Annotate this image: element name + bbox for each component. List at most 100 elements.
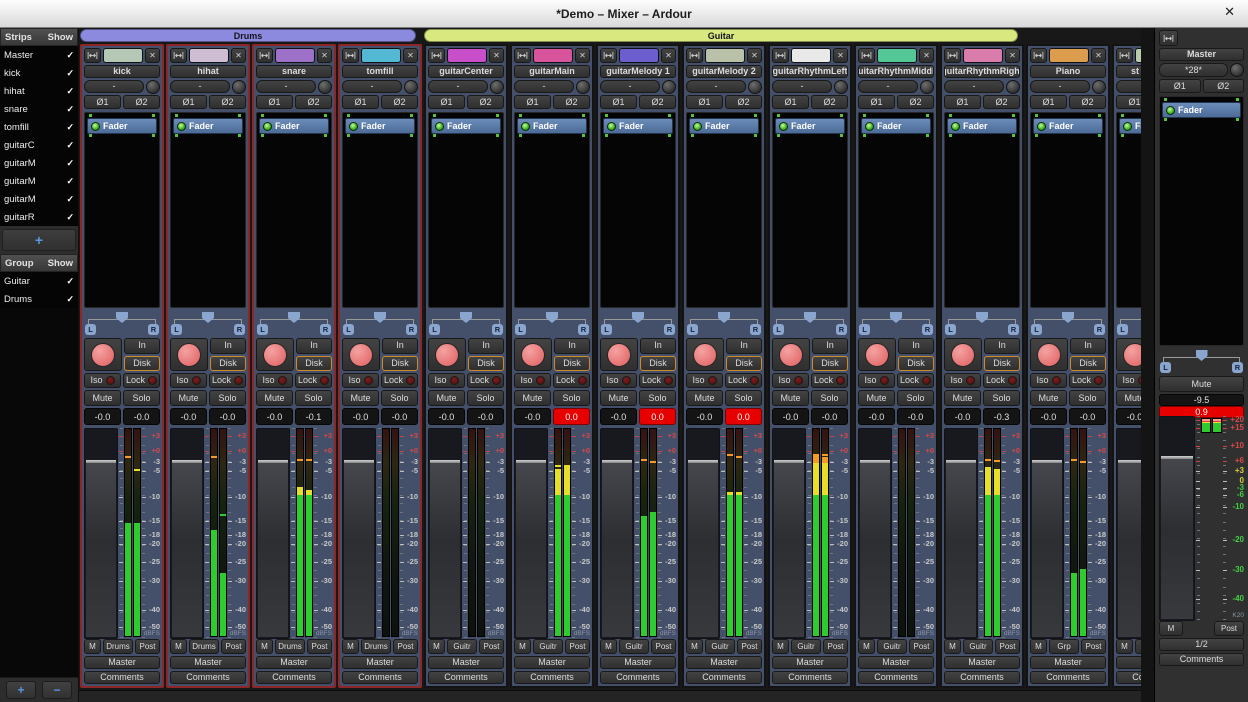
- group-route-button[interactable]: Grp: [1135, 639, 1141, 654]
- track-color-swatch[interactable]: [533, 48, 573, 63]
- fader-active-led[interactable]: [91, 122, 100, 131]
- solo-lock-button[interactable]: Lock: [467, 373, 504, 388]
- fader-handle[interactable]: [258, 460, 288, 463]
- trim-knob[interactable]: [1092, 80, 1106, 94]
- record-enable-button[interactable]: [858, 338, 896, 371]
- post-fader-button[interactable]: Post: [651, 639, 676, 654]
- pan-left-badge[interactable]: L: [171, 324, 182, 335]
- track-color-swatch[interactable]: [705, 48, 745, 63]
- group-show-checkbox[interactable]: ✓: [66, 276, 74, 287]
- pan-control[interactable]: L R: [1159, 348, 1244, 374]
- phase-invert-2-button[interactable]: Ø2: [295, 95, 332, 109]
- fader-handle[interactable]: [1118, 460, 1141, 463]
- trim-knob[interactable]: [662, 80, 676, 94]
- strip-width-toggle-button[interactable]: [84, 48, 101, 63]
- track-name-button[interactable]: guitarRhythmLeft: [772, 65, 848, 78]
- output-master-button[interactable]: Master: [514, 656, 590, 669]
- pan-right-badge[interactable]: R: [836, 324, 847, 335]
- gain-display-right[interactable]: 0.0: [639, 408, 676, 425]
- gain-display-left[interactable]: -0.0: [858, 408, 895, 425]
- mute-button[interactable]: Mute: [428, 390, 465, 406]
- solo-button[interactable]: Solo: [639, 390, 676, 406]
- post-fader-button[interactable]: Post: [995, 639, 1020, 654]
- trim-knob[interactable]: [232, 80, 246, 94]
- trim-knob[interactable]: [318, 80, 332, 94]
- post-fader-button[interactable]: Post: [1081, 639, 1106, 654]
- hide-strip-button[interactable]: ✕: [575, 48, 590, 63]
- strips-scroller[interactable]: DrumsGuitar ✕ kick - Ø1 Ø2 Fader: [79, 28, 1141, 690]
- master-route-button[interactable]: M: [1116, 639, 1133, 654]
- solo-isolate-button[interactable]: Iso: [1116, 373, 1141, 388]
- processor-box[interactable]: Fader: [84, 112, 160, 308]
- pan-right-badge[interactable]: R: [492, 324, 503, 335]
- mute-button[interactable]: Mute: [686, 390, 723, 406]
- output-master-button[interactable]: Master: [1030, 656, 1106, 669]
- solo-button[interactable]: Solo: [381, 390, 418, 406]
- fader-active-led[interactable]: [521, 122, 530, 131]
- group-route-button[interactable]: Guitr: [791, 639, 821, 654]
- gain-display-left[interactable]: -0.0: [342, 408, 379, 425]
- output-routing-button[interactable]: -: [944, 80, 1004, 93]
- record-enable-button[interactable]: [170, 338, 208, 371]
- comments-button[interactable]: Comments: [256, 671, 332, 684]
- pan-left-badge[interactable]: L: [1160, 362, 1171, 373]
- record-enable-button[interactable]: [686, 338, 724, 371]
- output-master-button[interactable]: Master: [858, 656, 934, 669]
- track-name-button[interactable]: snare: [256, 65, 332, 78]
- phase-invert-2-button[interactable]: Ø2: [553, 95, 590, 109]
- strips-list-row[interactable]: guitarC✓: [0, 136, 78, 154]
- group-route-button[interactable]: Guitr: [877, 639, 907, 654]
- fader-handle[interactable]: [860, 460, 890, 463]
- fader-active-led[interactable]: [263, 122, 272, 131]
- output-master-button[interactable]: Master: [1116, 656, 1141, 669]
- record-enable-button[interactable]: [256, 338, 294, 371]
- fader-handle[interactable]: [516, 460, 546, 463]
- strip-width-toggle-button[interactable]: [686, 48, 703, 63]
- solo-isolate-button[interactable]: Iso: [428, 373, 465, 388]
- output-master-button[interactable]: Master: [944, 656, 1020, 669]
- pan-right-badge[interactable]: R: [1094, 324, 1105, 335]
- comments-button[interactable]: Comments: [600, 671, 676, 684]
- monitor-input-button[interactable]: In: [296, 338, 332, 354]
- solo-isolate-button[interactable]: Iso: [256, 373, 293, 388]
- gain-fader[interactable]: [858, 428, 892, 639]
- output-master-button[interactable]: Master: [84, 656, 160, 669]
- track-color-swatch[interactable]: [275, 48, 315, 63]
- fader-active-led[interactable]: [951, 122, 960, 131]
- track-name-button[interactable]: Master: [1159, 48, 1244, 61]
- pan-control[interactable]: L R: [686, 310, 762, 336]
- fader-processor-entry[interactable]: Fader: [345, 118, 415, 134]
- solo-isolate-button[interactable]: Iso: [686, 373, 723, 388]
- master-route-button[interactable]: M: [256, 639, 273, 654]
- fader-handle[interactable]: [86, 460, 116, 463]
- hide-strip-button[interactable]: ✕: [317, 48, 332, 63]
- gain-display-left[interactable]: -0.0: [170, 408, 207, 425]
- hide-strip-button[interactable]: ✕: [661, 48, 676, 63]
- solo-isolate-button[interactable]: Iso: [170, 373, 207, 388]
- fader-handle[interactable]: [774, 460, 804, 463]
- window-close-icon[interactable]: ✕: [1224, 5, 1235, 19]
- strip-show-checkbox[interactable]: ✓: [66, 122, 74, 133]
- track-color-swatch[interactable]: [447, 48, 487, 63]
- phase-invert-1-button[interactable]: Ø1: [772, 95, 809, 109]
- gain-display-right[interactable]: -0.0: [811, 408, 848, 425]
- master-route-button[interactable]: M: [686, 639, 703, 654]
- hide-strip-button[interactable]: ✕: [231, 48, 246, 63]
- fader-active-led[interactable]: [693, 122, 702, 131]
- pan-left-badge[interactable]: L: [343, 324, 354, 335]
- monitor-input-button[interactable]: In: [124, 338, 160, 354]
- fader-active-led[interactable]: [435, 122, 444, 131]
- post-fader-button[interactable]: Post: [1214, 621, 1244, 636]
- trim-knob[interactable]: [1230, 63, 1244, 77]
- solo-button[interactable]: Solo: [1069, 390, 1106, 406]
- pan-control[interactable]: L R: [858, 310, 934, 336]
- phase-invert-1-button[interactable]: Ø1: [1159, 79, 1201, 93]
- monitor-disk-button[interactable]: Disk: [984, 356, 1020, 372]
- mute-button[interactable]: Mute: [1159, 376, 1244, 392]
- fader-active-led[interactable]: [349, 122, 358, 131]
- strip-show-checkbox[interactable]: ✓: [66, 86, 74, 97]
- gain-display[interactable]: -9.5: [1159, 394, 1244, 406]
- fader-processor-entry[interactable]: Fader: [1033, 118, 1103, 134]
- track-color-swatch[interactable]: [791, 48, 831, 63]
- solo-button[interactable]: Solo: [983, 390, 1020, 406]
